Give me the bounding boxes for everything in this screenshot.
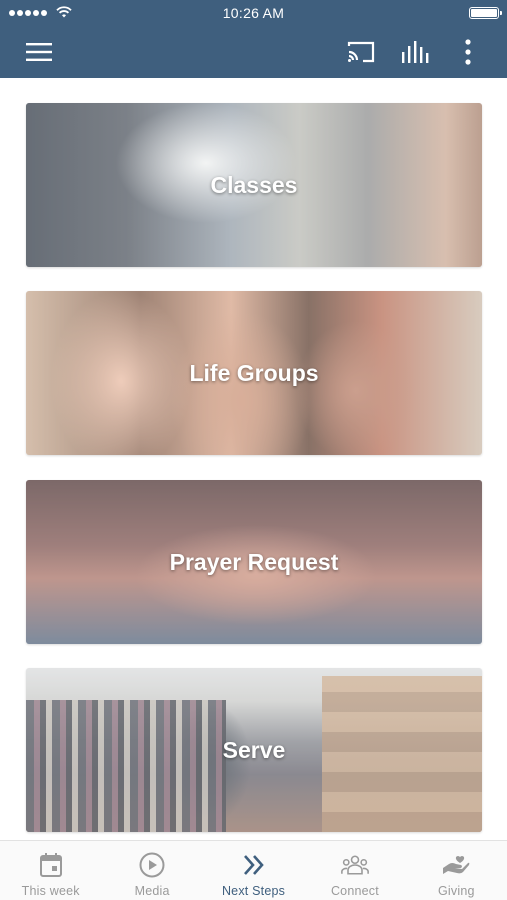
play-circle-icon (138, 851, 166, 879)
bottom-tab-bar: This week Media Next Steps Connect Givin… (0, 840, 507, 900)
app-toolbar (0, 26, 507, 78)
audio-button[interactable] (395, 26, 435, 78)
group-icon (341, 851, 369, 879)
card-life-groups[interactable]: Life Groups (26, 291, 482, 455)
cast-icon (347, 41, 375, 63)
hamburger-menu-icon (26, 43, 52, 61)
card-label: Serve (222, 736, 286, 763)
calendar-icon (37, 851, 65, 879)
status-bar: 10:26 AM (0, 0, 507, 26)
equalizer-icon (402, 41, 429, 63)
card-serve[interactable]: Serve (26, 668, 482, 832)
more-options-button[interactable] (452, 26, 484, 78)
tab-label: Media (134, 884, 170, 898)
cast-button[interactable] (341, 26, 381, 78)
tab-label: Next Steps (221, 884, 286, 898)
giving-hand-icon (442, 851, 470, 879)
tab-giving[interactable]: Giving (406, 841, 507, 900)
status-time: 10:26 AM (222, 5, 285, 21)
menu-button[interactable] (20, 26, 58, 78)
tab-next-steps[interactable]: Next Steps (203, 841, 304, 900)
more-vertical-icon (465, 39, 471, 65)
tab-this-week[interactable]: This week (0, 841, 101, 900)
tab-connect[interactable]: Connect (304, 841, 405, 900)
card-label: Prayer Request (169, 548, 339, 575)
battery-icon (469, 7, 502, 19)
tab-media[interactable]: Media (101, 841, 202, 900)
card-prayer-request[interactable]: Prayer Request (26, 480, 482, 644)
card-label: Classes (210, 171, 298, 198)
card-label: Life Groups (189, 359, 319, 386)
card-classes[interactable]: Classes (26, 103, 482, 267)
tab-label: This week (21, 884, 80, 898)
tab-label: Giving (438, 884, 475, 898)
tab-label: Connect (330, 884, 379, 898)
next-steps-list: Classes Life Groups Prayer Request Serve (0, 78, 507, 840)
double-chevron-right-icon (240, 851, 268, 879)
